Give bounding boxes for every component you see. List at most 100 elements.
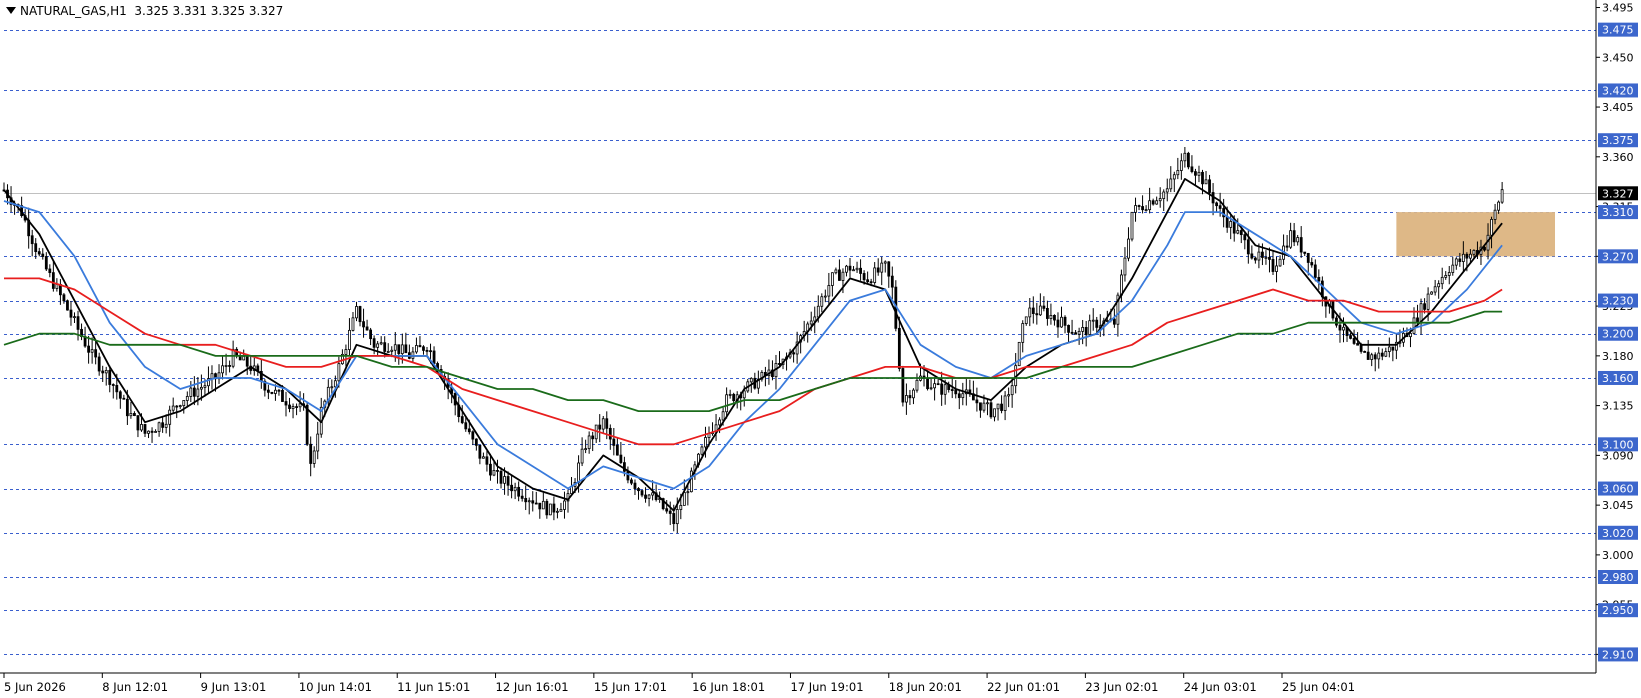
candle-body [1112, 318, 1116, 325]
candle-body [644, 494, 647, 499]
candle-body [41, 253, 45, 257]
candle-body [1268, 256, 1271, 260]
candle-body [37, 251, 41, 255]
candle-body [73, 316, 76, 319]
y-tick-label: 3.405 [1602, 101, 1634, 114]
candle-body [637, 488, 640, 492]
candle-body [390, 349, 394, 352]
level-tag-text: 2.980 [1602, 571, 1634, 584]
candle-body [284, 401, 288, 406]
candle-body [1451, 264, 1455, 273]
candle-body [150, 430, 154, 433]
candle-body [393, 344, 397, 351]
candle-body [908, 395, 912, 399]
candle-body [905, 395, 908, 403]
candle-body [397, 344, 401, 355]
candle-body [1299, 237, 1303, 253]
candle-body [675, 509, 679, 525]
candle-body [841, 271, 845, 281]
candle-body [979, 402, 982, 411]
price-chart[interactable]: 3.4953.4503.4053.3603.3153.2703.2253.180… [0, 0, 1641, 698]
level-price-tag: 3.020 [1598, 525, 1638, 540]
candle-body [1493, 209, 1497, 220]
candle-body [1454, 258, 1458, 266]
candle-body [749, 377, 753, 383]
chart-background [0, 0, 1641, 698]
candle-body [633, 482, 637, 489]
candle-body [855, 267, 859, 271]
chart-window[interactable]: 3.4953.4503.4053.3603.3153.2703.2253.180… [0, 0, 1641, 698]
candle-body [221, 365, 224, 374]
level-price-tag: 2.910 [1598, 647, 1638, 662]
x-tick-label: 11 Jun 15:01 [397, 680, 470, 694]
level-tag-text: 3.475 [1602, 24, 1634, 37]
candle-body [548, 503, 552, 516]
candle-body [1077, 330, 1081, 335]
candle-body [1359, 344, 1363, 352]
candle-body [608, 427, 612, 440]
candle-body [298, 403, 302, 408]
candle-body [1169, 178, 1173, 190]
candle-body [1236, 230, 1240, 234]
candle-body [838, 269, 841, 281]
supply-demand-zone[interactable] [1396, 212, 1555, 257]
candle-body [827, 285, 831, 297]
candle-body [136, 415, 140, 431]
candle-body [563, 500, 566, 510]
candle-body [147, 430, 150, 434]
candle-body [333, 380, 337, 388]
level-tag-text: 3.100 [1602, 438, 1634, 451]
candle-body [316, 433, 320, 452]
candle-body [1437, 283, 1441, 288]
candle-body [178, 405, 182, 408]
level-price-tag: 3.375 [1598, 133, 1638, 148]
candle-body [1264, 256, 1268, 259]
candle-body [266, 389, 270, 393]
level-price-tag: 3.420 [1598, 83, 1638, 98]
candle-body [185, 396, 189, 401]
candle-body [1426, 293, 1430, 310]
candle-body [372, 338, 376, 348]
candle-body [1253, 257, 1257, 261]
candle-body [1148, 200, 1152, 211]
candle-body [538, 502, 542, 510]
candle-body [175, 405, 179, 408]
candle-body [742, 390, 746, 399]
candle-body [813, 316, 817, 322]
candle-body [689, 470, 693, 493]
candle-body [1208, 179, 1211, 193]
candle-body [309, 443, 313, 464]
candle-body [1430, 291, 1434, 295]
candle-body [467, 428, 471, 433]
x-tick-label: 25 Jun 04:01 [1282, 680, 1355, 694]
candle-body [358, 306, 362, 323]
candle-body [1349, 335, 1352, 339]
candle-body [605, 418, 609, 429]
candle-body [425, 349, 429, 352]
candle-body [1035, 313, 1039, 316]
candle-body [1056, 319, 1060, 328]
collapse-triangle-icon[interactable] [6, 7, 16, 14]
candle-body [168, 409, 172, 425]
candle-body [460, 416, 464, 424]
candle-body [1335, 317, 1338, 326]
candle-body [362, 321, 365, 328]
candle-body [270, 391, 274, 394]
candle-body [133, 413, 136, 417]
candle-body [415, 345, 418, 353]
candle-body [1049, 315, 1053, 319]
candle-body [1137, 205, 1141, 207]
candle-body [330, 386, 334, 389]
candle-body [1162, 191, 1166, 199]
candle-body [630, 479, 633, 484]
candle-body [122, 397, 126, 400]
candle-body [1021, 323, 1025, 343]
candle-body [531, 500, 535, 504]
y-tick-label: 3.135 [1602, 400, 1634, 413]
candle-body [718, 419, 721, 426]
candle-body [1366, 351, 1370, 360]
candle-body [901, 368, 905, 403]
y-tick-label: 3.045 [1602, 499, 1634, 512]
timeframe: H1 [110, 4, 127, 18]
candle-body [728, 393, 732, 396]
